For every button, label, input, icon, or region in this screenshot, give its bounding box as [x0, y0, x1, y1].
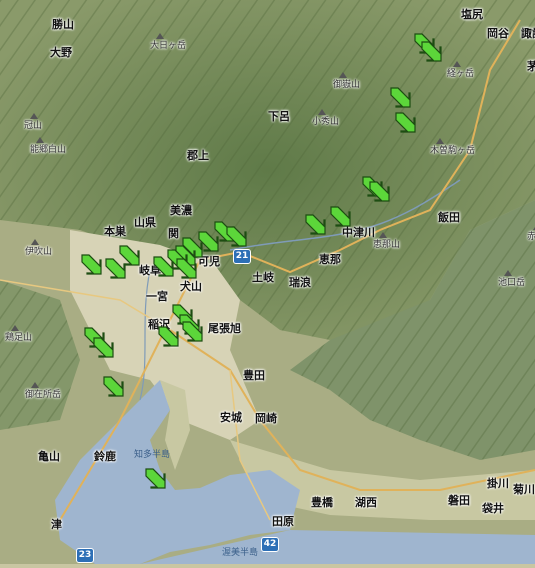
place-label-ena: 恵那: [319, 253, 341, 266]
place-label-yamagata: 山県: [134, 216, 156, 229]
place-label-tsu: 津: [51, 518, 62, 531]
map-marker-arrow-icon[interactable]: [92, 336, 114, 358]
road-shield-21: 21: [233, 249, 251, 264]
place-label-katsuyama: 勝山: [52, 18, 74, 31]
peak-icon: [36, 137, 44, 143]
place-label-mizunami: 瑞浪: [289, 276, 311, 289]
place-label-kyogatake: 経ヶ岳: [447, 69, 475, 79]
place-label-kakegawa: 掛川: [487, 477, 509, 490]
place-label-kanmuri: 冠山: [24, 121, 43, 131]
place-label-suzuka: 鈴鹿: [94, 450, 116, 463]
place-label-ono: 大野: [50, 46, 72, 59]
place-label-iwata: 磐田: [448, 494, 470, 507]
place-label-toyota: 豊田: [243, 369, 265, 382]
place-label-kosai: 湖西: [355, 496, 377, 509]
place-label-gujo: 郡上: [187, 149, 209, 162]
peak-icon: [156, 33, 164, 39]
map-marker-arrow-icon[interactable]: [304, 213, 326, 235]
place-label-toyohashi: 豊橋: [311, 496, 333, 509]
place-label-kikugawa: 菊川: [513, 483, 535, 496]
place-label-chita: 知多半島: [134, 450, 171, 460]
map-marker-arrow-icon[interactable]: [389, 86, 411, 108]
place-label-iida: 飯田: [438, 211, 460, 224]
peak-icon: [318, 109, 326, 115]
place-label-tonohara: 鶏足山: [5, 333, 33, 343]
road-shield-23: 23: [76, 548, 94, 563]
map-marker-arrow-icon[interactable]: [394, 111, 416, 133]
peak-icon: [11, 325, 19, 331]
place-label-inuyama: 犬山: [180, 280, 202, 293]
map-marker-arrow-icon[interactable]: [104, 257, 126, 279]
place-label-suwa: 諏訪: [521, 27, 535, 40]
map-marker-arrow-icon[interactable]: [175, 257, 197, 279]
place-label-nohaku: 能郷白山: [30, 145, 67, 155]
map-marker-arrow-icon[interactable]: [152, 255, 174, 277]
peak-icon: [31, 239, 39, 245]
place-label-enasan: 恵那山: [373, 240, 401, 250]
place-label-kisokoma: 木曽駒ヶ岳: [430, 146, 476, 156]
map-marker-arrow-icon[interactable]: [157, 325, 179, 347]
place-label-seki: 関: [168, 227, 179, 240]
peak-icon: [379, 232, 387, 238]
place-label-owariasahi: 尾張旭: [208, 322, 241, 335]
map-marker-arrow-icon[interactable]: [368, 180, 390, 202]
place-label-kameyama: 亀山: [38, 450, 60, 463]
road-shield-42: 42: [261, 537, 279, 552]
peak-icon: [436, 138, 444, 144]
peak-icon: [30, 113, 38, 119]
place-label-osoyama: 小秀山: [312, 117, 340, 127]
place-label-ikeguchi: 池口岳: [498, 278, 526, 288]
map-marker-arrow-icon[interactable]: [420, 40, 442, 62]
map-marker-arrow-icon[interactable]: [329, 205, 351, 227]
peak-icon: [31, 382, 39, 388]
place-label-ibuki: 伊吹山: [25, 247, 53, 257]
place-label-okaya: 岡谷: [487, 27, 509, 40]
place-label-fukuroi: 袋井: [482, 502, 504, 515]
place-label-gozaisho: 御在所岳: [25, 390, 62, 400]
place-label-dainichi: 大日ヶ岳: [150, 41, 187, 51]
place-label-gero: 下呂: [268, 110, 290, 123]
place-label-nakatsugawa: 中津川: [342, 226, 375, 239]
map-marker-arrow-icon[interactable]: [144, 467, 166, 489]
place-label-mino: 美濃: [170, 204, 192, 217]
place-label-okazaki: 岡崎: [255, 412, 277, 425]
map-canvas[interactable]: 勝山大野 大日ヶ岳冠山能郷白山 郡上 下呂小秀山 御嶽山 塩尻岡谷諏訪経ヶ岳木曽駒ヶ岳美濃…: [0, 0, 535, 564]
map-marker-arrow-icon[interactable]: [102, 375, 124, 397]
place-label-kaya: 茅: [527, 60, 535, 73]
map-marker-arrow-icon[interactable]: [80, 253, 102, 275]
map-marker-arrow-icon[interactable]: [225, 225, 247, 247]
place-label-atsumi: 渥美半島: [222, 548, 259, 558]
peak-icon: [339, 72, 347, 78]
place-label-anjo: 安城: [220, 411, 242, 424]
map-marker-arrow-icon[interactable]: [181, 320, 203, 342]
place-label-toki: 土岐: [252, 271, 274, 284]
place-label-shiojiri: 塩尻: [461, 8, 483, 21]
place-label-tahara: 田原: [272, 515, 294, 528]
place-label-motosu: 本巣: [104, 225, 126, 238]
peak-icon: [453, 61, 461, 67]
place-label-ontake: 御嶽山: [333, 80, 361, 90]
place-label-ichinomiya: 一宮: [146, 290, 168, 303]
peak-icon: [504, 270, 512, 276]
place-label-akaishi: 赤石: [527, 232, 535, 242]
